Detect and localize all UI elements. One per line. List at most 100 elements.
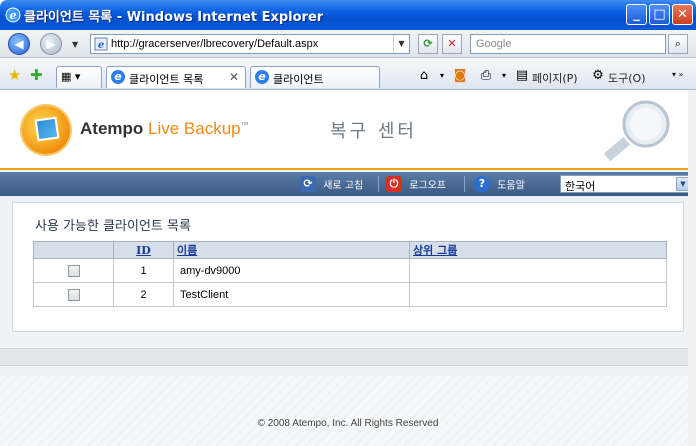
help-link[interactable]: ? 도움말: [474, 176, 525, 192]
history-dropdown-icon[interactable]: ▼: [72, 40, 78, 49]
refresh-page-button[interactable]: ⟳: [418, 34, 438, 54]
search-placeholder: Google: [476, 38, 512, 50]
page-icon: e: [94, 37, 108, 51]
group-column-header[interactable]: 상위 그룹: [409, 241, 667, 259]
forward-button[interactable]: ▶: [40, 33, 62, 55]
brand-strong: Atempo: [80, 119, 144, 138]
id-column-header[interactable]: ID: [113, 241, 174, 259]
group-cell: [409, 258, 667, 283]
tab-client-list[interactable]: e 클라이언트 목록 ✕: [106, 66, 246, 88]
tools-menu-icon: ⚙: [592, 68, 604, 83]
name-column-header[interactable]: 이름: [173, 241, 410, 259]
back-arrow-icon: ◀: [14, 37, 24, 51]
brand-name: Atempo Live Backup™: [80, 119, 249, 139]
tab-label: 클라이언트: [273, 73, 324, 86]
row-checkbox-cell: [33, 282, 114, 307]
search-input[interactable]: Google: [470, 34, 666, 54]
print-dropdown-icon[interactable]: ▾: [496, 68, 512, 84]
client-table: ID 이름 상위 그룹 1 amy-dv9000 2 TestClient: [33, 241, 667, 307]
copyright-text: © 2008 Atempo, Inc. All Rights Reserved: [257, 418, 439, 429]
refresh-link[interactable]: ⟳ 새로 고침: [300, 176, 363, 192]
tab-label: 클라이언트 목록: [129, 73, 204, 86]
logout-link[interactable]: ⏻ 로그오프: [386, 176, 446, 192]
language-value: 한국어: [565, 180, 596, 193]
home-icon[interactable]: ⌂: [416, 68, 432, 84]
app-toolbar: ⟳ 새로 고침 ⏻ 로그오프 ? 도움말 한국어 ▼: [0, 172, 696, 196]
quick-tabs-button[interactable]: ▦ ▾: [56, 66, 102, 88]
search-button[interactable]: ⌕: [668, 34, 688, 54]
feeds-icon[interactable]: ◙: [452, 68, 468, 84]
help-icon: ?: [474, 176, 490, 192]
stop-button[interactable]: ✕: [442, 34, 462, 54]
table-row: 1 amy-dv9000: [33, 258, 667, 283]
logout-label: 로그오프: [409, 180, 446, 192]
app-header: Atempo Live Backup™ 복구 센터: [0, 90, 696, 170]
home-dropdown-icon[interactable]: ▾: [434, 68, 450, 84]
select-column-header: [33, 241, 114, 259]
url-text: http://gracerserver/lbrecovery/Default.a…: [111, 38, 319, 50]
url-dropdown-icon[interactable]: ▼: [393, 35, 409, 53]
panel-title: 사용 가능한 클라이언트 목록: [35, 219, 191, 234]
back-button[interactable]: ◀: [8, 33, 30, 55]
tab-close-icon[interactable]: ✕: [229, 70, 239, 84]
atempo-logo-icon: [22, 106, 70, 154]
url-field[interactable]: e http://gracerserver/lbrecovery/Default…: [90, 34, 410, 54]
name-cell: amy-dv9000: [173, 258, 410, 283]
add-favorite-icon[interactable]: ✚: [30, 66, 43, 84]
ie-logo-icon: e: [5, 7, 21, 23]
language-select[interactable]: 한국어 ▼: [560, 175, 692, 193]
toolbar-divider: [378, 176, 379, 192]
maximize-icon: □: [653, 7, 666, 22]
magnifier-graphic-icon: [603, 100, 670, 162]
stop-icon: ✕: [447, 37, 457, 50]
tools-menu[interactable]: 도구(O): [608, 70, 645, 86]
search-icon: ⌕: [674, 37, 682, 50]
row-checkbox[interactable]: [67, 264, 80, 277]
refresh-icon: ⟳: [423, 37, 433, 50]
table-row: 2 TestClient: [33, 282, 667, 307]
maximize-button[interactable]: □: [649, 4, 670, 25]
svg-text:e: e: [98, 40, 104, 51]
brand-trademark: ™: [240, 120, 249, 130]
favorites-star-icon[interactable]: ★: [8, 66, 21, 84]
refresh-label: 새로 고침: [323, 180, 364, 192]
client-list-panel: 사용 가능한 클라이언트 목록 ID 이름 상위 그룹 1 amy-dv9000: [12, 202, 684, 332]
toolbar-divider: [464, 176, 465, 192]
id-sort-link[interactable]: ID: [136, 244, 151, 257]
tools-dropdown-icon[interactable]: ▾ »: [672, 70, 683, 79]
tab-bar: ★ ✚ ▦ ▾ e 클라이언트 목록 ✕ e 클라이언트 ⌂ ▾ ◙ ⎙ ▾ ▤…: [0, 58, 696, 90]
quick-tabs-icon: ▦ ▾: [61, 70, 81, 83]
power-icon: ⏻: [386, 176, 402, 192]
svg-text:e: e: [10, 9, 17, 22]
group-cell: [409, 282, 667, 307]
print-icon[interactable]: ⎙: [478, 68, 494, 84]
id-cell: 2: [113, 282, 174, 307]
name-cell: TestClient: [173, 282, 410, 307]
page-menu-icon: ▤: [515, 68, 529, 83]
page-content: Atempo Live Backup™ 복구 센터 ⟳ 새로 고침 ⏻ 로그오프…: [0, 90, 696, 446]
help-label: 도움말: [497, 180, 525, 192]
close-icon: ✕: [677, 7, 688, 22]
forward-arrow-icon: ▶: [46, 37, 56, 51]
page-footer: © 2008 Atempo, Inc. All Rights Reserved: [0, 376, 696, 446]
vertical-scrollbar[interactable]: [688, 90, 696, 446]
id-cell: 1: [113, 258, 174, 283]
group-sort-link[interactable]: 상위 그룹: [413, 244, 457, 257]
brand-light: Live Backup: [148, 119, 241, 138]
table-header-row: ID 이름 상위 그룹: [33, 241, 667, 259]
tab-ie-icon: e: [255, 70, 269, 84]
footer-band: [0, 348, 696, 366]
refresh-icon: ⟳: [300, 176, 316, 192]
page-menu[interactable]: 페이지(P): [532, 70, 578, 86]
window-title-bar: e 클라이언트 목록 - Windows Internet Explorer _…: [0, 0, 696, 30]
minimize-icon: _: [633, 7, 640, 22]
minimize-button[interactable]: _: [626, 4, 647, 25]
row-checkbox[interactable]: [67, 288, 80, 301]
tab-client[interactable]: e 클라이언트: [250, 66, 380, 88]
close-button[interactable]: ✕: [672, 4, 693, 25]
address-bar: ◀ ▶ ▼ e http://gracerserver/lbrecovery/D…: [0, 30, 696, 58]
name-sort-link[interactable]: 이름: [177, 244, 197, 257]
section-title: 복구 센터: [330, 121, 417, 142]
window-title: 클라이언트 목록 - Windows Internet Explorer: [24, 10, 324, 25]
row-checkbox-cell: [33, 258, 114, 283]
